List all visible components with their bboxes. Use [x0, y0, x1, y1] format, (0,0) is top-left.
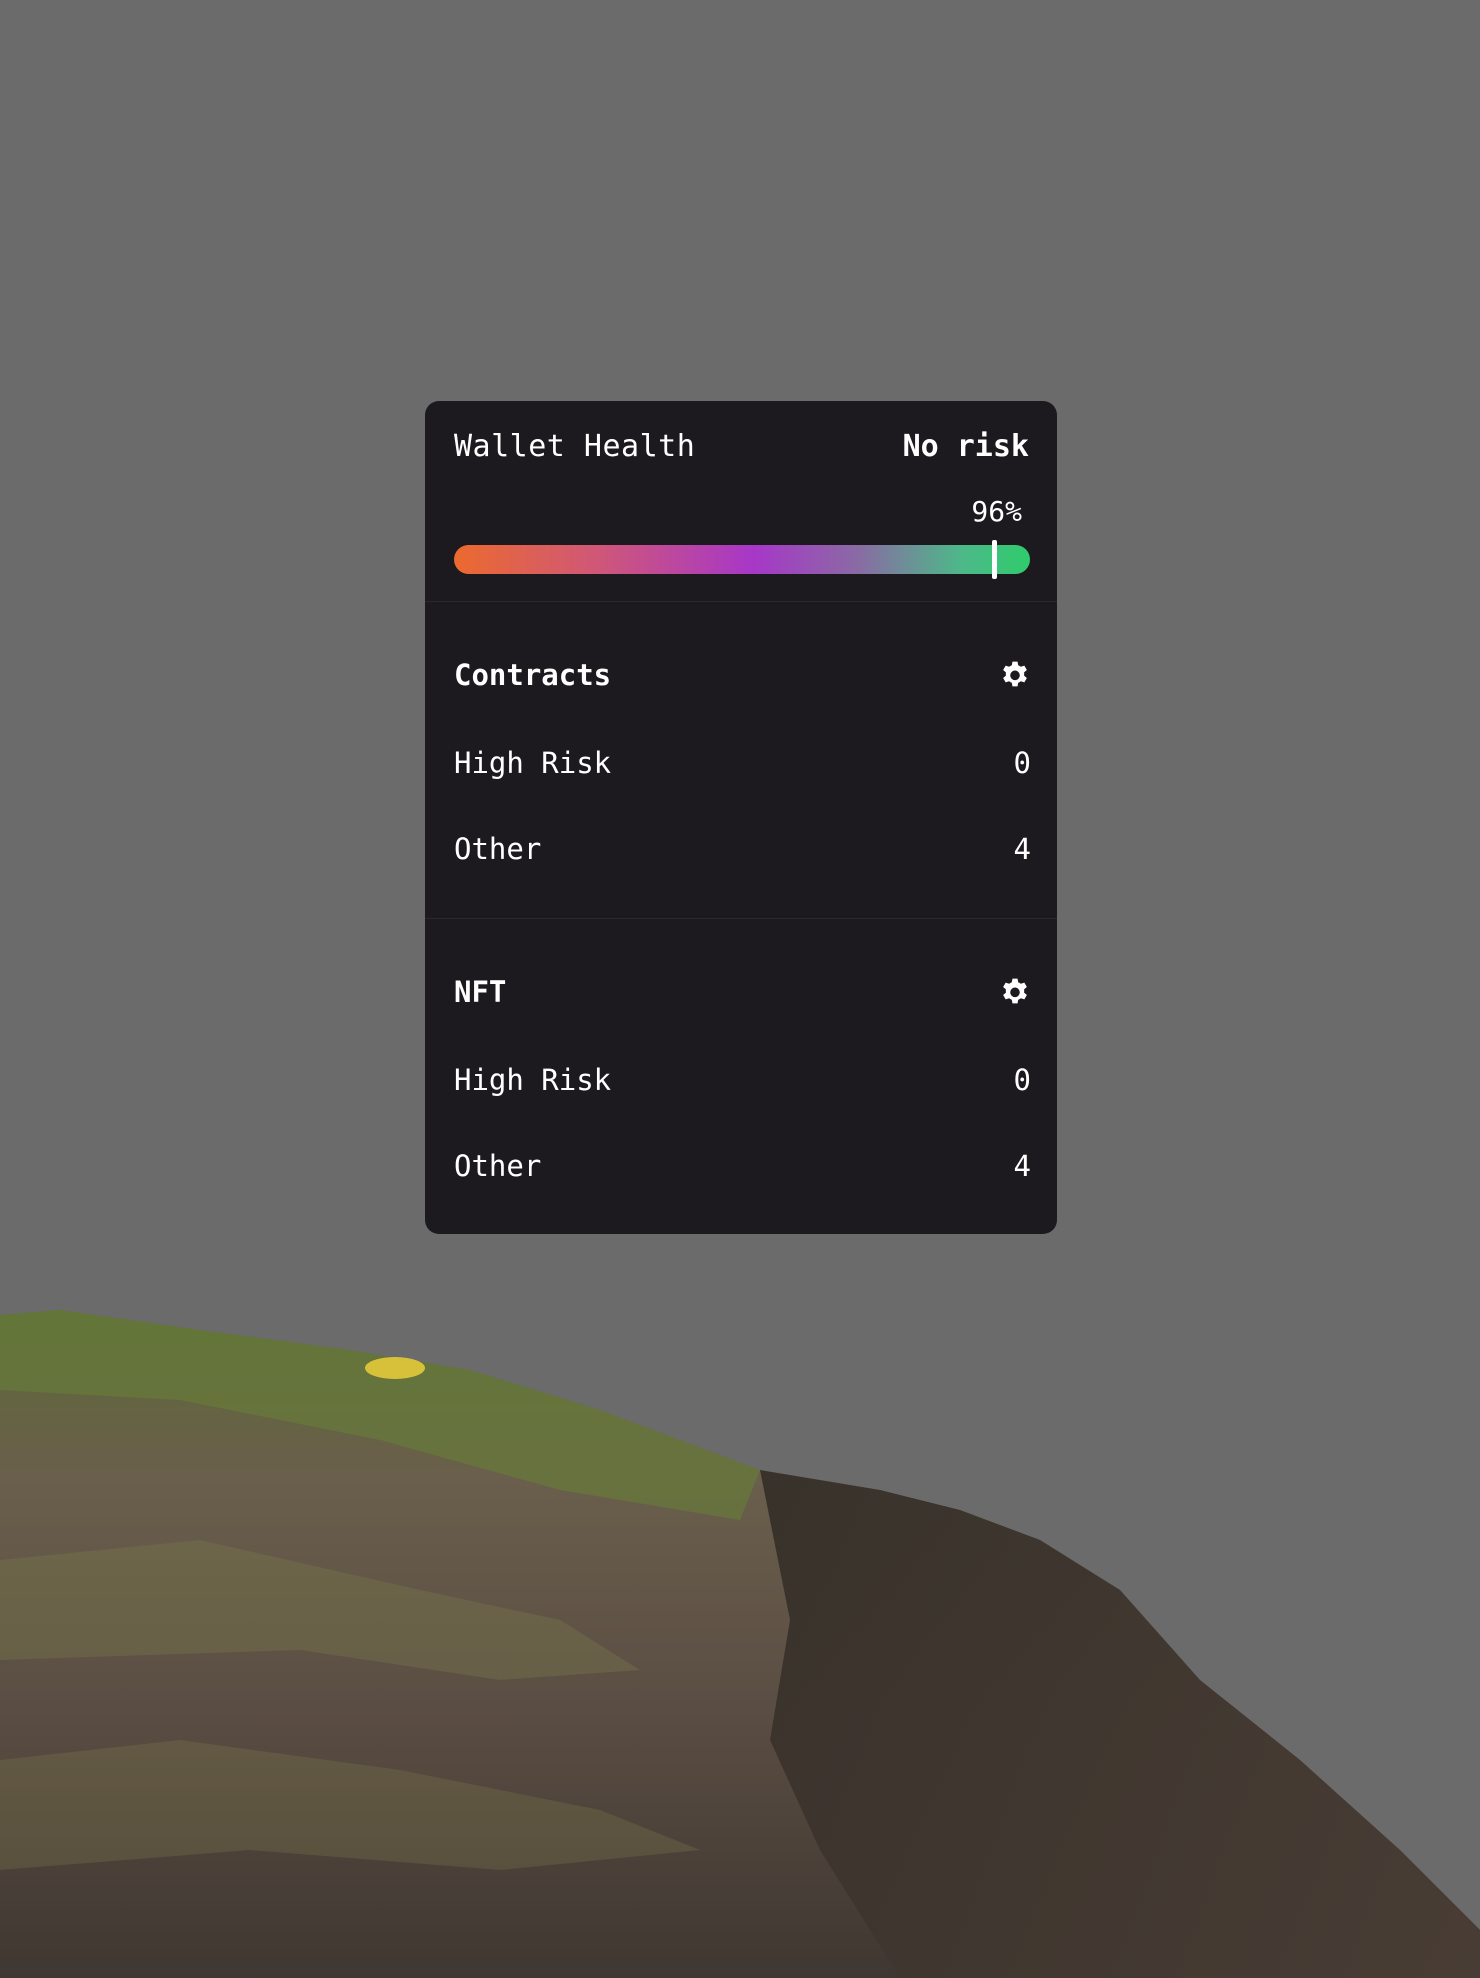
wallet-health-summary: Wallet Health No risk 96% — [425, 401, 1057, 602]
contracts-other-label: Other — [454, 832, 542, 866]
contracts-header: Contracts — [454, 658, 1031, 698]
gear-icon[interactable] — [999, 658, 1031, 690]
contracts-title: Contracts — [454, 658, 612, 692]
wallet-health-panel: Wallet Health No risk 96% Contracts High… — [425, 401, 1057, 1234]
contracts-section: Contracts High Risk 0 Other 4 — [425, 602, 1057, 919]
rock-terrain-background — [0, 1310, 1480, 1978]
nft-other-count: 4 — [1013, 1149, 1031, 1183]
contracts-high-risk-count: 0 — [1013, 746, 1031, 780]
health-level-marker — [992, 540, 998, 579]
list-item: Other 4 — [454, 832, 1031, 872]
list-item: High Risk 0 — [454, 746, 1031, 786]
nft-high-risk-count: 0 — [1013, 1063, 1031, 1097]
health-gradient-bar — [454, 540, 1030, 579]
wallet-health-title: Wallet Health — [454, 429, 696, 464]
health-percent-label: 96% — [971, 495, 1022, 528]
nft-header: NFT — [454, 975, 1031, 1015]
nft-section: NFT High Risk 0 Other 4 — [425, 919, 1057, 1234]
contracts-high-risk-label: High Risk — [454, 746, 612, 780]
contracts-other-count: 4 — [1013, 832, 1031, 866]
nft-high-risk-label: High Risk — [454, 1063, 612, 1097]
nft-other-label: Other — [454, 1149, 542, 1183]
list-item: Other 4 — [454, 1149, 1031, 1189]
nft-title: NFT — [454, 975, 507, 1009]
risk-status-label: No risk — [902, 429, 1029, 464]
list-item: High Risk 0 — [454, 1063, 1031, 1103]
gear-icon[interactable] — [999, 975, 1031, 1007]
